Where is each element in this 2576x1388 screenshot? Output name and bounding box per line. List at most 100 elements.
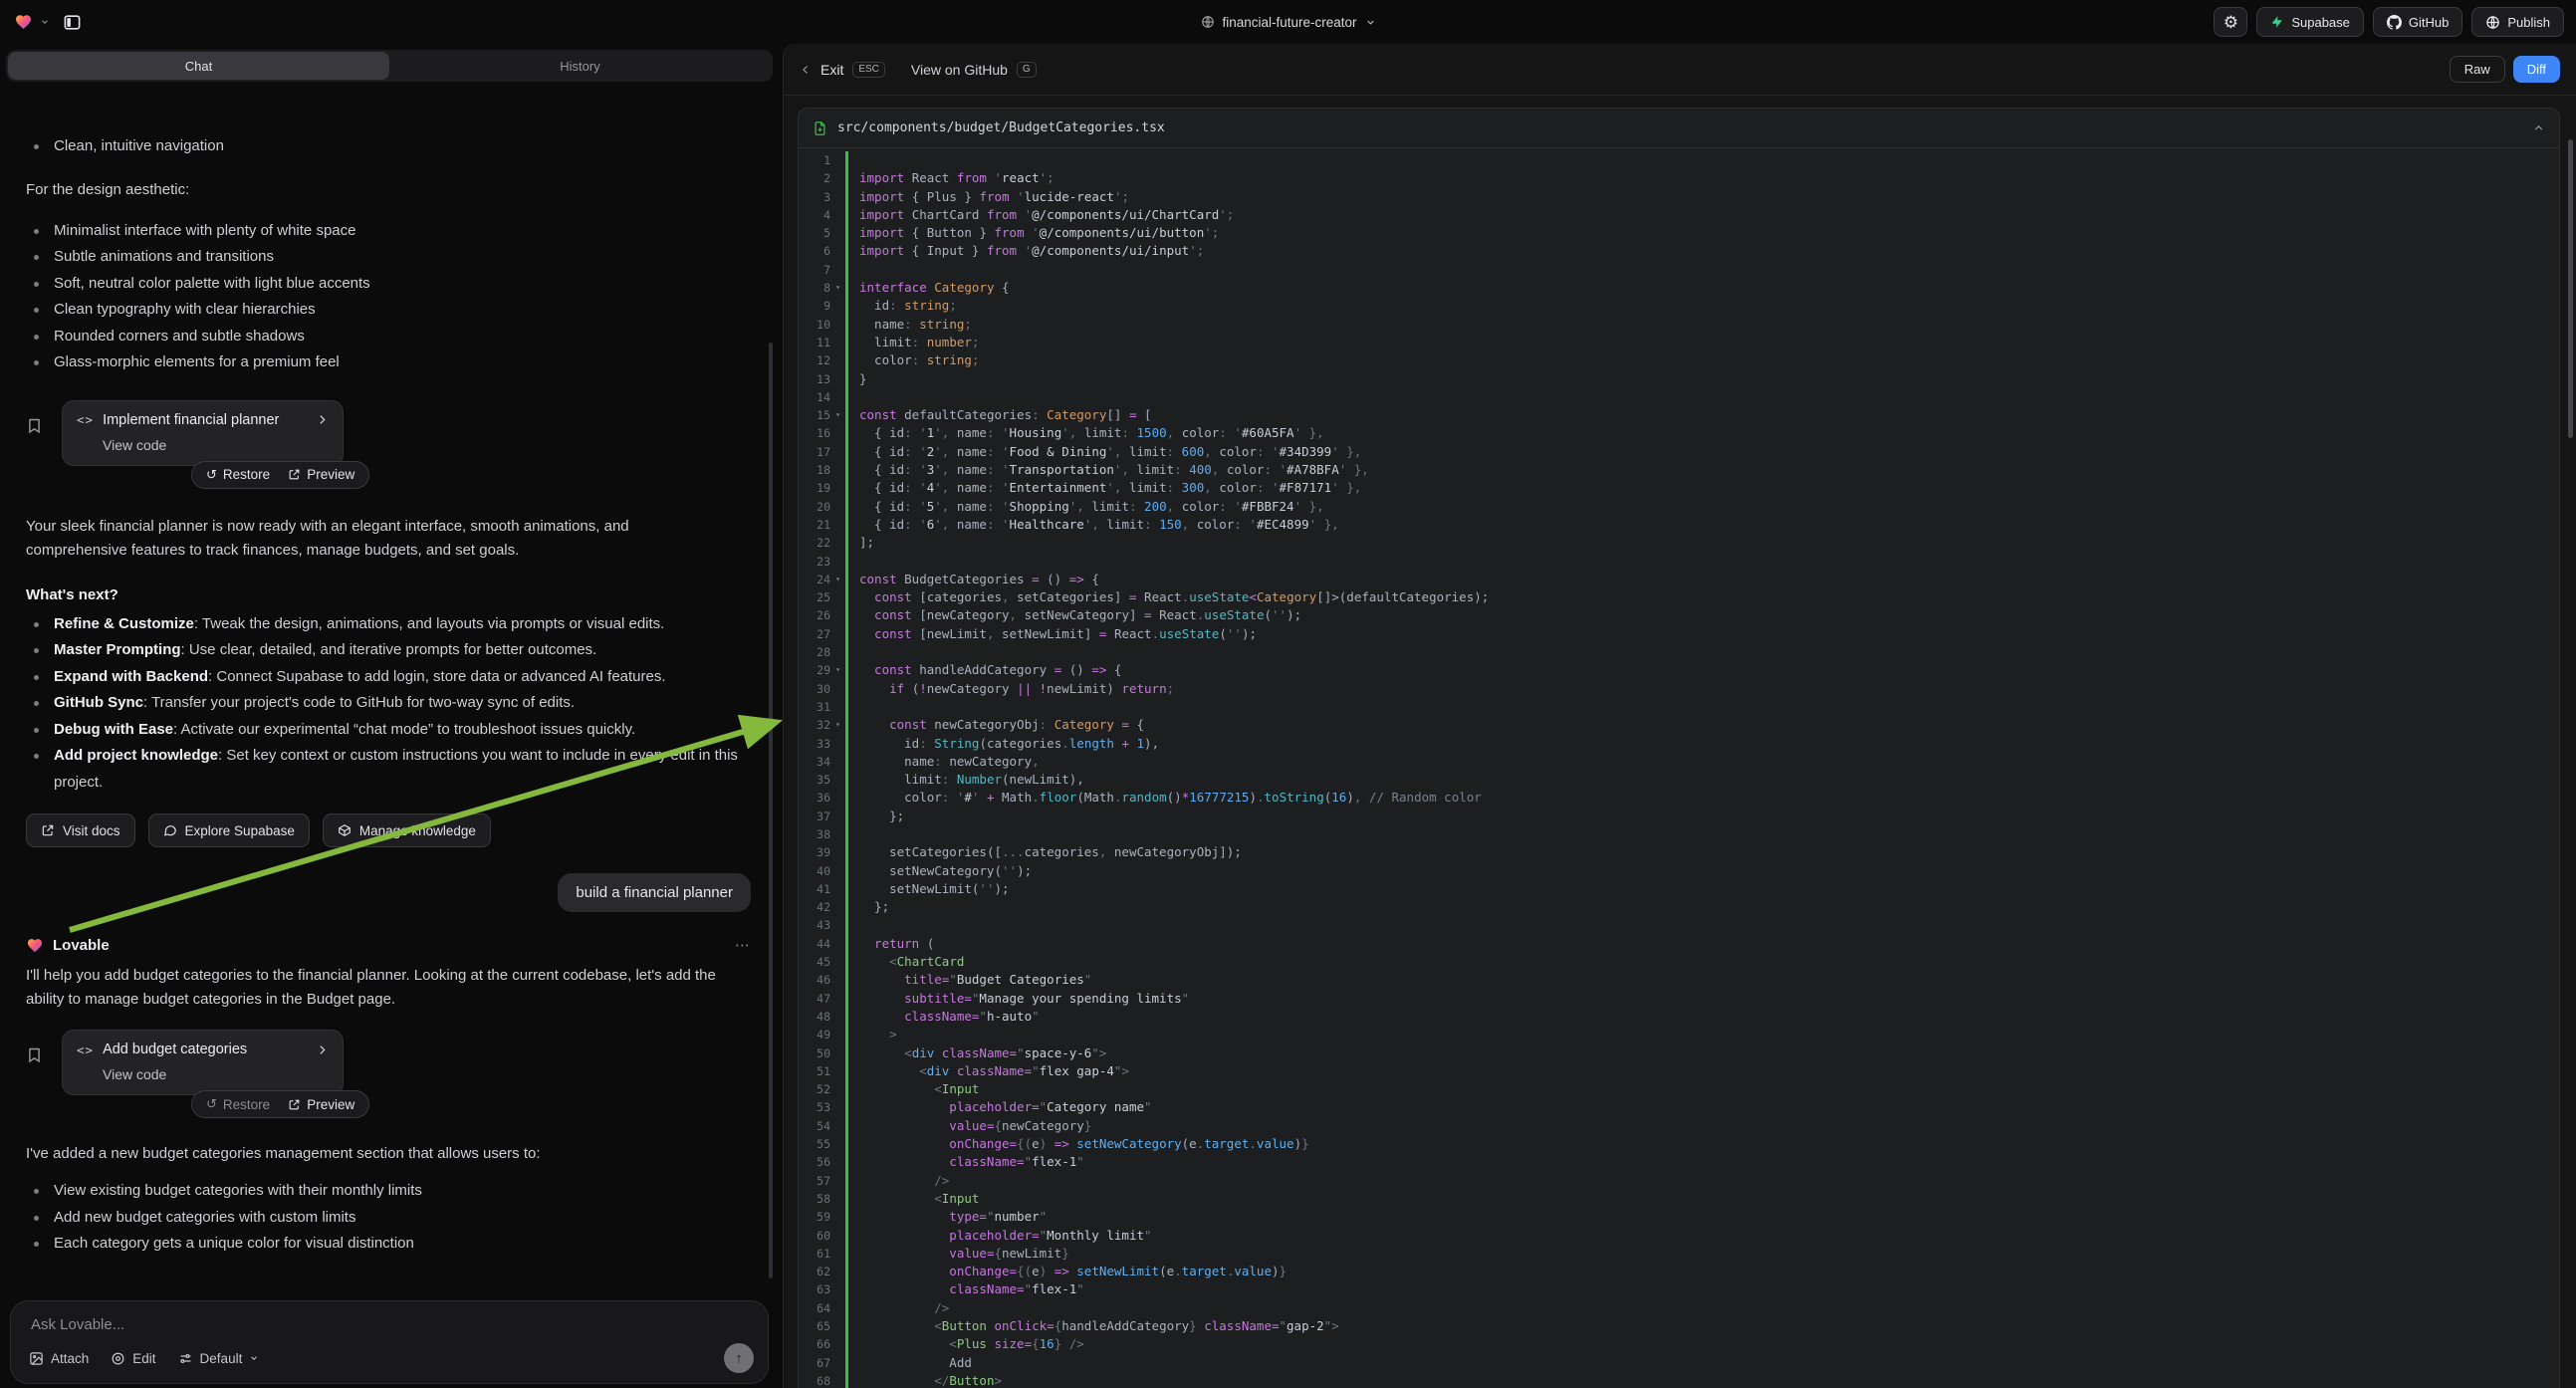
tab-history[interactable]: History <box>389 52 771 80</box>
bookmark-icon[interactable] <box>26 1030 50 1118</box>
code-line: 52 <Input <box>799 1080 2559 1098</box>
code-line: 15▾const defaultCategories: Category[] =… <box>799 406 2559 424</box>
esc-keycap: ESC <box>852 62 885 78</box>
chevron-left-icon <box>800 64 812 76</box>
code-line: 17 { id: '2', name: 'Food & Dining', lim… <box>799 443 2559 461</box>
toggle-sidebar-icon[interactable] <box>63 13 82 32</box>
list-item: Glass-morphic elements for a premium fee… <box>26 349 751 376</box>
design-heading: For the design aesthetic: <box>26 178 751 202</box>
tab-chat[interactable]: Chat <box>8 52 389 80</box>
code-line: 3import { Plus } from 'lucide-react'; <box>799 188 2559 206</box>
code-line: 5import { Button } from '@/components/ui… <box>799 224 2559 242</box>
raw-toggle-button[interactable]: Raw <box>2450 56 2505 83</box>
code-line: 24▾const BudgetCategories = () => { <box>799 571 2559 588</box>
lovable-heart-icon <box>26 937 44 954</box>
fold-chevron-icon[interactable]: ▾ <box>830 279 845 297</box>
chevron-down-icon <box>249 1353 259 1363</box>
chat-panel: Chat History Clean, intuitive navigation… <box>0 44 779 1388</box>
collapse-chevron-up-icon[interactable] <box>2532 121 2545 134</box>
diff-toggle-button[interactable]: Diff <box>2513 56 2560 83</box>
restore-button[interactable]: ↺Restore <box>206 467 270 483</box>
attach-button[interactable]: Attach <box>29 1351 89 1366</box>
fold-chevron-icon[interactable]: ▾ <box>830 406 845 424</box>
assistant-header: Lovable ⋯ <box>26 936 751 954</box>
code-line: 18 { id: '3', name: 'Transportation', li… <box>799 461 2559 479</box>
target-icon <box>111 1351 125 1366</box>
settings-button[interactable]: ⚙ <box>2214 7 2247 37</box>
version-card-add-budget-categories[interactable]: <> Add budget categories View code <box>62 1030 344 1095</box>
send-button[interactable]: ↑ <box>724 1343 754 1373</box>
code-line: 4import ChartCard from '@/components/ui/… <box>799 206 2559 224</box>
edit-mode-button[interactable]: Edit <box>111 1351 155 1366</box>
workspace-chevron-down-icon[interactable] <box>40 17 50 27</box>
github-button[interactable]: GitHub <box>2373 7 2462 37</box>
code-line: 33 id: String(categories.length + 1), <box>799 735 2559 753</box>
lovable-logo-icon[interactable] <box>14 13 33 31</box>
publish-button[interactable]: Publish <box>2471 7 2564 37</box>
fold-chevron-icon[interactable]: ▾ <box>830 661 845 679</box>
list-item: Soft, neutral color palette with light b… <box>26 271 751 298</box>
code-line: 31 <box>799 698 2559 716</box>
code-line: 30 if (!newCategory || !newLimit) return… <box>799 680 2559 698</box>
manage-knowledge-button[interactable]: Manage knowledge <box>323 813 491 847</box>
list-item: Each category gets a unique color for vi… <box>26 1231 751 1258</box>
view-code-link[interactable]: View code <box>103 1066 329 1082</box>
fold-chevron-icon[interactable]: ▾ <box>830 571 845 588</box>
visit-docs-button[interactable]: Visit docs <box>26 813 135 847</box>
code-line: 39 setCategories([...categories, newCate… <box>799 843 2559 861</box>
fold-chevron-icon[interactable]: ▾ <box>830 716 845 734</box>
code-icon: <> <box>77 412 94 427</box>
list-item: Refine & Customize: Tweak the design, an… <box>26 611 743 638</box>
code-line: 16 { id: '1', name: 'Housing', limit: 15… <box>799 424 2559 442</box>
code-line: 20 { id: '5', name: 'Shopping', limit: 2… <box>799 498 2559 516</box>
restore-button[interactable]: ↺Restore <box>206 1096 270 1112</box>
external-link-icon <box>288 1098 301 1111</box>
code-view-header: Exit ESC View on GitHub G Raw Diff <box>784 44 2576 96</box>
view-code-link[interactable]: View code <box>103 437 329 453</box>
code-line: 21 { id: '6', name: 'Healthcare', limit:… <box>799 516 2559 534</box>
supabase-button[interactable]: Supabase <box>2256 7 2364 37</box>
code-line: 29▾ const handleAddCategory = () => { <box>799 661 2559 679</box>
project-switcher[interactable]: financial-future-creator <box>1200 0 1375 44</box>
chat-scrollbar[interactable] <box>769 343 773 1278</box>
code-line: 7 <box>799 261 2559 279</box>
code-line: 28 <box>799 643 2559 661</box>
list-item: Debug with Ease: Activate our experiment… <box>26 717 743 744</box>
bookmark-icon[interactable] <box>26 400 50 489</box>
composer[interactable]: Ask Lovable... Attach Edit Default ↑ <box>10 1300 769 1384</box>
code-line: 48 className="h-auto" <box>799 1008 2559 1026</box>
code-icon: <> <box>77 1042 94 1057</box>
preview-button[interactable]: Preview <box>288 467 354 482</box>
code-line: 54 value={newCategory} <box>799 1117 2559 1135</box>
explore-supabase-button[interactable]: Explore Supabase <box>148 813 310 847</box>
code-line: 62 onChange={(e) => setNewLimit(e.target… <box>799 1263 2559 1280</box>
code-editor[interactable]: 12import React from 'react';3import { Pl… <box>799 148 2559 1388</box>
preview-button[interactable]: Preview <box>288 1097 354 1112</box>
message-menu-icon[interactable]: ⋯ <box>735 936 751 954</box>
model-selector[interactable]: Default <box>178 1351 260 1366</box>
code-line: 45 <ChartCard <box>799 953 2559 971</box>
code-line: 50 <div className="space-y-6"> <box>799 1044 2559 1062</box>
design-bullet-list: Minimalist interface with plenty of whit… <box>26 218 751 376</box>
message-circle-icon <box>163 823 177 837</box>
lovable-app: financial-future-creator ⚙ Supabase GitH… <box>0 0 2576 1388</box>
chat-input[interactable]: Ask Lovable... <box>31 1316 750 1333</box>
code-line: 11 limit: number; <box>799 334 2559 351</box>
view-on-github-button[interactable]: View on GitHub G <box>911 62 1037 78</box>
code-line: 34 name: newCategory, <box>799 753 2559 771</box>
code-line: 2import React from 'react'; <box>799 169 2559 187</box>
code-line: 67 Add <box>799 1354 2559 1372</box>
exit-button[interactable]: Exit ESC <box>800 62 885 78</box>
code-line: 47 subtitle="Manage your spending limits… <box>799 990 2559 1008</box>
code-line: 57 /> <box>799 1172 2559 1190</box>
file-header[interactable]: src/components/budget/BudgetCategories.t… <box>799 109 2559 148</box>
restore-icon: ↺ <box>206 467 217 483</box>
code-scrollbar[interactable] <box>2568 139 2573 438</box>
code-line: 55 onChange={(e) => setNewCategory(e.tar… <box>799 1135 2559 1153</box>
project-title: financial-future-creator <box>1222 15 1356 30</box>
code-line: 13} <box>799 370 2559 388</box>
version-card-implement-financial-planner[interactable]: <> Implement financial planner View code <box>62 400 344 466</box>
code-line: 36 color: '#' + Math.floor(Math.random()… <box>799 789 2559 807</box>
code-line: 60 placeholder="Monthly limit" <box>799 1227 2559 1245</box>
version-card-row: <> Implement financial planner View code… <box>26 400 751 489</box>
